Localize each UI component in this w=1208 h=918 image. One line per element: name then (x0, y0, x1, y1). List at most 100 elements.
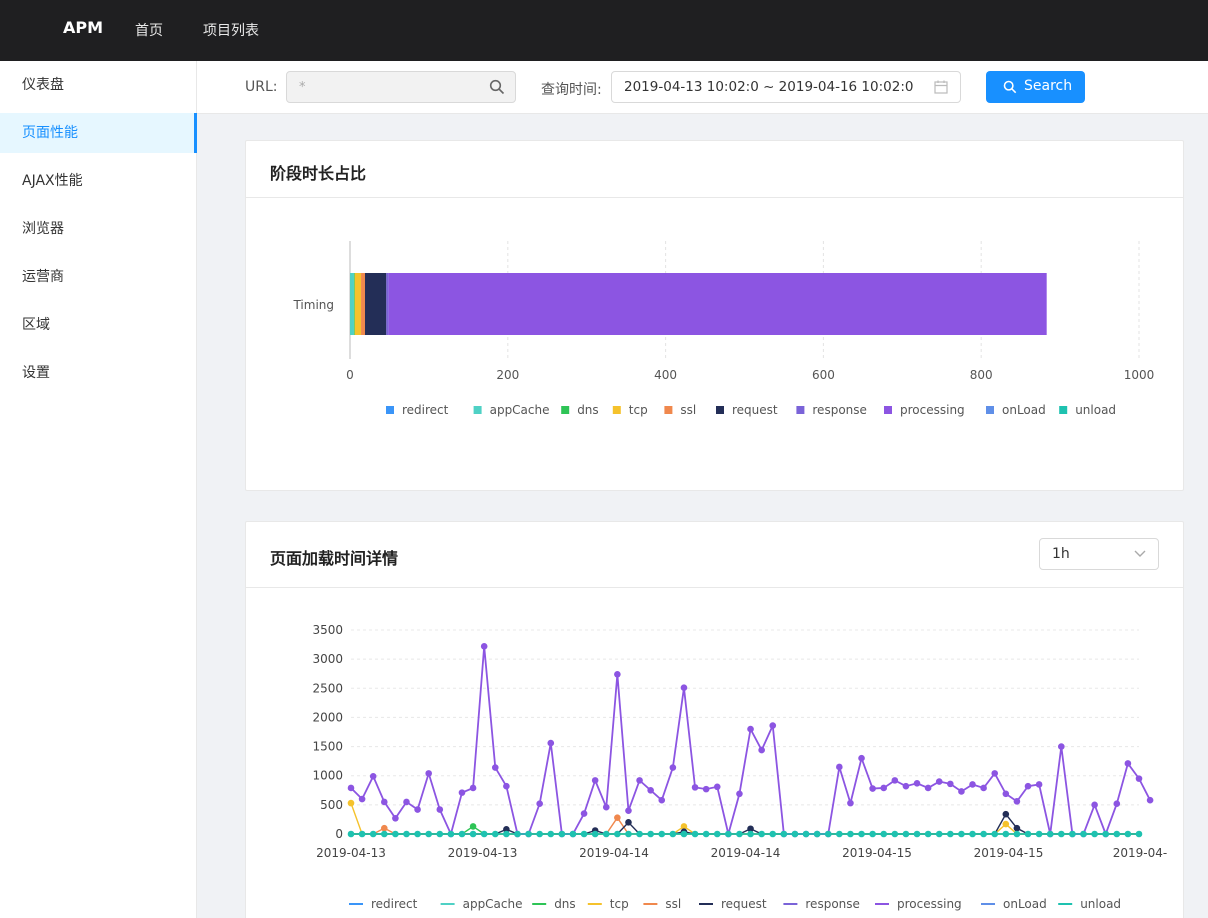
y-tick-label: 3500 (312, 623, 343, 637)
data-point-unload (636, 830, 643, 838)
data-point-unload (347, 830, 355, 838)
x-tick-label: 0 (346, 368, 354, 382)
data-point-processing (458, 789, 466, 796)
sidebar-item-dashboard[interactable]: 仪表盘 (0, 65, 197, 105)
sidebar-item-browser[interactable]: 浏览器 (0, 209, 197, 249)
x-tick-label: 2019-04-15 (974, 846, 1044, 860)
data-point-unload (503, 830, 510, 838)
app-logo[interactable]: APM (63, 18, 103, 37)
data-point-processing (480, 643, 488, 650)
date-range-picker[interactable]: 2019-04-13 10:02:0 ~ 2019-04-16 10:02:0 (611, 71, 961, 103)
data-point-unload (1069, 830, 1076, 838)
data-point-processing (602, 803, 610, 811)
chevron-down-icon (1134, 550, 1146, 557)
data-point-unload (469, 830, 477, 838)
data-point-unload (1035, 830, 1043, 838)
data-point-unload (1080, 830, 1087, 838)
data-point-processing (858, 754, 865, 762)
stage-ratio-chart: 0 200 400 600 800 1000 Timing redirect appCache d… (292, 241, 1154, 417)
data-point-processing (680, 684, 688, 692)
data-point-unload (935, 830, 943, 838)
sidebar-item-region[interactable]: 区域 (0, 305, 197, 345)
x-tick-label: 2019-04-14 (579, 846, 649, 860)
url-label: URL: (245, 79, 278, 95)
data-point-unload (813, 830, 821, 838)
data-point-unload (1058, 830, 1065, 838)
sidebar-item-carrier[interactable]: 运营商 (0, 257, 197, 297)
x-tick-label: 2019-04-14 (711, 846, 781, 860)
data-point-processing (436, 806, 444, 813)
sidebar-item-page-performance[interactable]: 页面性能 (0, 113, 197, 153)
data-point-processing (969, 781, 976, 788)
data-point-ssl (614, 814, 621, 821)
legend-item-redirect: redirect (386, 403, 449, 417)
data-point-unload (358, 830, 366, 838)
legend-swatch (716, 406, 724, 414)
data-point-unload (447, 830, 455, 838)
y-tick-label: 0 (335, 827, 343, 841)
x-tick-label: 600 (812, 368, 835, 382)
data-point-processing (625, 807, 632, 814)
data-point-processing (947, 780, 954, 788)
series-line-request (351, 812, 1139, 835)
legend-label: request (732, 403, 778, 417)
data-point-processing (1146, 796, 1154, 804)
url-input[interactable] (286, 71, 516, 103)
data-point-tcp (347, 799, 355, 807)
x-tick-label: 2019-04-15 (842, 846, 912, 860)
data-point-processing (469, 784, 477, 792)
data-point-processing (958, 788, 965, 795)
interval-select[interactable]: 1h (1039, 538, 1159, 570)
data-point-unload (980, 830, 987, 838)
bar-segment-tcp (354, 273, 362, 335)
legend-item-unload: unload (1059, 403, 1116, 417)
data-point-unload (558, 830, 566, 838)
legend-label: response (805, 897, 860, 911)
legend-item-redirect: redirect (349, 897, 418, 911)
legend-swatch (796, 406, 805, 414)
data-point-processing (691, 784, 699, 791)
data-point-processing (547, 739, 555, 747)
data-point-unload (547, 830, 555, 838)
search-button-label: Search (1024, 78, 1073, 94)
bar-segment-request (364, 273, 387, 335)
legend-item-appCache: appCache (473, 403, 550, 417)
legend-label: request (721, 897, 767, 911)
legend-label: ssl (665, 897, 681, 911)
data-point-unload (891, 830, 899, 838)
bar-segment-ssl (361, 273, 365, 335)
legend-label: redirect (371, 897, 418, 911)
data-point-unload (602, 830, 610, 838)
data-point-processing (702, 785, 710, 793)
data-point-unload (713, 830, 721, 838)
legend-label: unload (1075, 403, 1116, 417)
sidebar-item-settings[interactable]: 设置 (0, 353, 197, 393)
data-point-unload (1046, 830, 1054, 838)
data-point-processing (769, 722, 777, 729)
legend-item-appCache: appCache (440, 897, 523, 911)
data-point-unload (525, 830, 532, 838)
x-tick-label: 800 (970, 368, 993, 382)
data-point-unload (902, 830, 910, 838)
nav-home[interactable]: 首页 (135, 20, 163, 40)
data-point-processing (358, 795, 366, 803)
load-time-chart: 0 500 1000 1500 2000 2500 3000 3500 2019-04-13 20… (312, 623, 1167, 911)
data-point-processing (1013, 798, 1021, 805)
legend-item-request: request (699, 897, 767, 911)
legend-label: unload (1080, 897, 1121, 911)
search-icon[interactable] (489, 79, 505, 95)
load-time-card: 页面加载时间详情 1h 0 500 1000 1500 2000 2500 3000 3500… (245, 521, 1184, 918)
data-point-processing (503, 782, 510, 790)
data-point-unload (380, 830, 388, 838)
data-point-unload (647, 830, 654, 838)
search-button[interactable]: Search (986, 71, 1085, 103)
sidebar-item-ajax-performance[interactable]: AJAX性能 (0, 161, 197, 201)
bar-segment-processing (388, 273, 1047, 335)
legend-label: appCache (463, 897, 523, 911)
nav-project-list[interactable]: 项目列表 (203, 20, 259, 40)
data-point-unload (691, 830, 699, 838)
legend-label: response (812, 403, 867, 417)
data-point-processing (1058, 743, 1065, 750)
legend-swatch (664, 406, 673, 414)
legend-item-onLoad: onLoad (981, 897, 1047, 911)
